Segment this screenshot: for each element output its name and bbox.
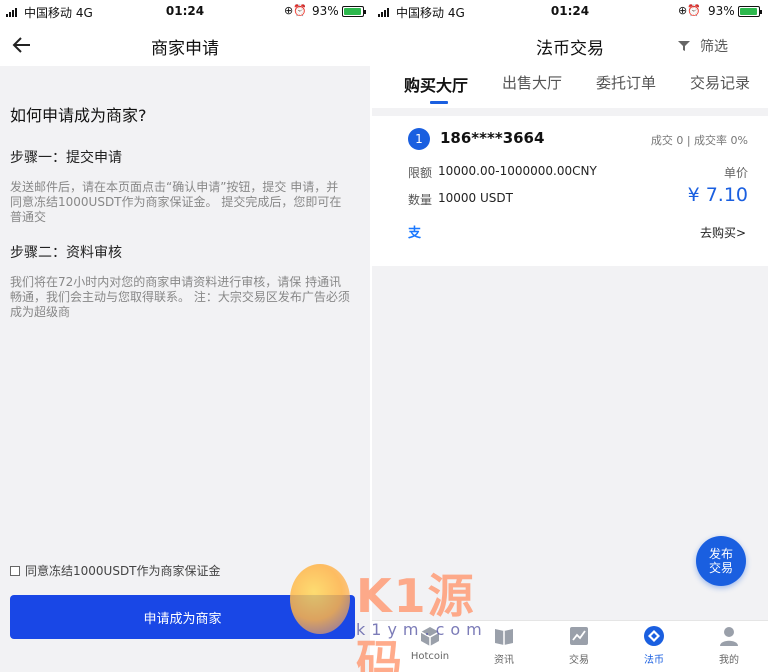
- qty-label: 数量: [408, 193, 433, 207]
- agree-label: 同意冻结1000USDT作为商家保证金: [25, 564, 221, 578]
- battery-percent: 93%: [708, 4, 735, 18]
- fiat-trade-screen: 中国移动 4G 01:24 ⊕⏰ 93% 法币交易 筛选 购买大厅 出售大厅 委…: [370, 0, 768, 672]
- buy-link[interactable]: 去购买>: [700, 224, 746, 241]
- trade-stats: 成交 0 | 成交率 0%: [650, 134, 748, 147]
- apply-merchant-button[interactable]: 申请成为商家: [10, 595, 355, 639]
- step-one-title: 步骤一：提交申请: [10, 150, 122, 166]
- filter-icon: [678, 41, 690, 51]
- bottom-nav: Hotcoin 资讯 交易 法币 我的: [372, 620, 768, 672]
- listing-card[interactable]: 1 186****3664 成交 0 | 成交率 0% 限额 10000.00-…: [372, 116, 768, 266]
- step-one-text: 发送邮件后，请在本页面点击“确认申请”按钮，提交 申请，并同意冻结1000USD…: [10, 180, 342, 224]
- publish-trade-button[interactable]: 发布 交易: [696, 536, 746, 586]
- nav-label: 资讯: [494, 655, 514, 666]
- nav-fiat[interactable]: 法币: [624, 625, 684, 666]
- tab-sell-hall[interactable]: 出售大厅: [502, 72, 562, 93]
- book-icon: [495, 629, 513, 645]
- qty-value: 10000 USDT: [438, 191, 513, 205]
- status-bar: 中国移动 4G 01:24 ⊕⏰ 93%: [0, 0, 370, 24]
- unit-price-label: 单价: [723, 166, 748, 180]
- tab-records[interactable]: 交易记录: [690, 72, 750, 93]
- faq-title: 如何申请成为商家?: [10, 106, 147, 125]
- alarm-icon: ⊕⏰: [284, 4, 307, 17]
- battery-icon: [738, 6, 762, 17]
- alarm-icon: ⊕⏰: [678, 4, 701, 17]
- cube-icon: [420, 627, 440, 646]
- battery-percent: 93%: [312, 4, 339, 18]
- nav-hotcoin[interactable]: Hotcoin: [400, 625, 460, 662]
- step-two-text: 我们将在72小时内对您的商家申请资料进行审核，请保 持通讯畅通，我们会主动与您取…: [10, 275, 350, 319]
- trade-tabs: 购买大厅 出售大厅 委托订单 交易记录: [372, 66, 768, 108]
- tab-orders[interactable]: 委托订单: [596, 72, 656, 93]
- rank-badge: 1: [408, 128, 430, 150]
- page-title: 商家申请: [151, 39, 219, 59]
- limit-label: 限额: [408, 166, 433, 180]
- alipay-icon: 支: [408, 226, 422, 241]
- nav-trade[interactable]: 交易: [549, 625, 609, 666]
- nav-label: 我的: [719, 655, 739, 666]
- person-icon: [720, 627, 738, 646]
- nav-label: 交易: [569, 655, 589, 666]
- nav-label: Hotcoin: [410, 651, 450, 662]
- nav-mine[interactable]: 我的: [699, 625, 759, 666]
- merchant-name: 186****3664: [440, 129, 545, 147]
- nav-bar: 商家申请: [0, 24, 370, 66]
- unit-price: ¥ 7.10: [687, 184, 748, 206]
- publish-label: 发布 交易: [708, 547, 733, 575]
- filter-label: 筛选: [700, 39, 728, 55]
- nav-label: 法币: [644, 655, 664, 666]
- chart-icon: [570, 627, 588, 645]
- active-tab-indicator: [430, 101, 448, 104]
- fiat-icon: [644, 626, 664, 646]
- agree-checkbox-row[interactable]: 同意冻结1000USDT作为商家保证金: [10, 562, 221, 579]
- merchant-apply-screen: 中国移动 4G 01:24 ⊕⏰ 93% 商家申请 如何申请成为商家? 步骤一：…: [0, 0, 370, 672]
- nav-bar: 法币交易 筛选: [372, 24, 768, 66]
- status-bar: 中国移动 4G 01:24 ⊕⏰ 93%: [372, 0, 768, 24]
- agree-checkbox[interactable]: [10, 565, 20, 576]
- step-two-title: 步骤二：资料审核: [10, 245, 122, 261]
- limit-value: 10000.00-1000000.00CNY: [438, 164, 597, 178]
- filter-button[interactable]: 筛选: [678, 36, 728, 56]
- tab-buy-hall[interactable]: 购买大厅: [404, 72, 468, 96]
- nav-news[interactable]: 资讯: [474, 625, 534, 666]
- battery-icon: [342, 6, 366, 17]
